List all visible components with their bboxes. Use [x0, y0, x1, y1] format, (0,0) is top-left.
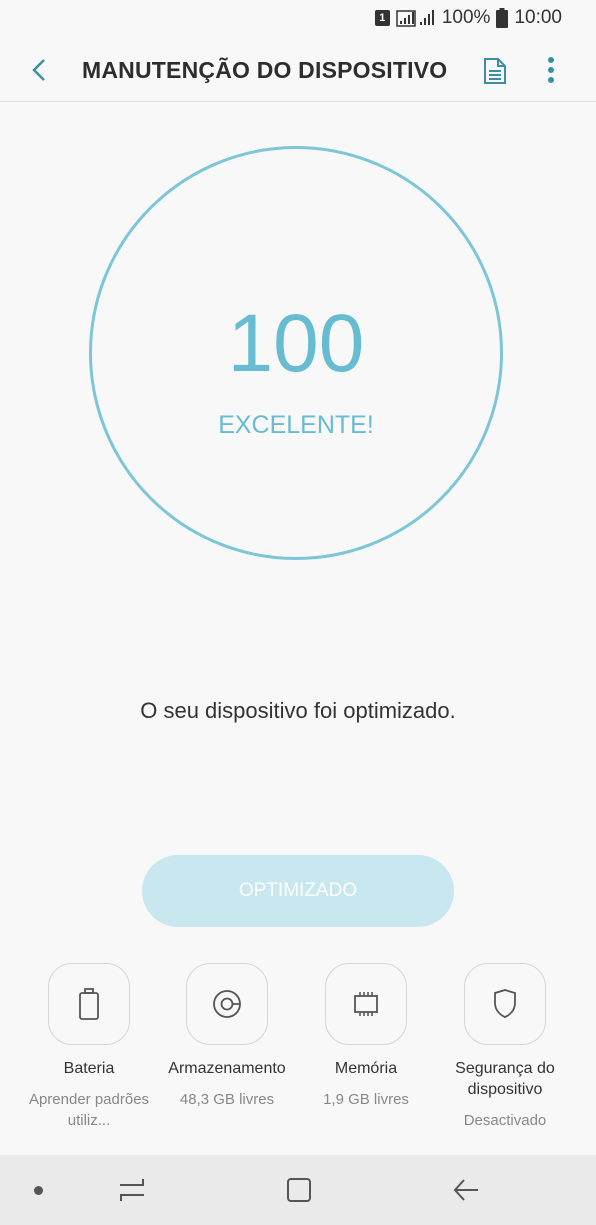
more-vert-icon [548, 57, 554, 83]
back-button[interactable] [24, 54, 56, 86]
status-bar: 1 100% 10:00 [0, 0, 596, 36]
feature-storage[interactable]: Armazenamento 48,3 GB livres [157, 963, 297, 1110]
feature-label: Memória [334, 1060, 398, 1077]
home-button[interactable] [284, 1175, 314, 1205]
feature-memory[interactable]: Memória 1,9 GB livres [296, 963, 436, 1110]
feature-subtext: Desactivado [463, 1112, 547, 1129]
recent-apps-icon [120, 1179, 144, 1201]
home-icon [287, 1178, 311, 1202]
app-bar: MANUTENÇÃO DO DISPOSITIVO [0, 36, 596, 102]
chevron-left-icon [32, 59, 45, 81]
battery-icon [79, 988, 99, 1020]
feature-label: Bateria [63, 1060, 115, 1077]
navigation-bar [0, 1155, 596, 1225]
feature-security[interactable]: Segurança do dispositivo Desactivado [435, 963, 575, 1131]
feature-battery[interactable]: Bateria Aprender padrões utiliz... [19, 963, 159, 1131]
clock: 10:00 [514, 7, 562, 28]
status-message: O seu dispositivo foi optimizado. [140, 698, 456, 723]
document-icon [484, 58, 506, 84]
feature-memory-button[interactable] [325, 963, 407, 1045]
feature-label: Segurança do dispositivo [455, 1060, 555, 1098]
shield-icon [494, 989, 516, 1018]
memory-chip-icon [354, 992, 378, 1016]
more-options-button[interactable] [538, 54, 564, 86]
sim-indicator: 1 [374, 10, 390, 26]
optimize-button[interactable]: OPTIMIZADO [142, 855, 454, 927]
feature-security-button[interactable] [464, 963, 546, 1045]
feature-battery-button[interactable] [48, 963, 130, 1045]
feature-label: Armazenamento [168, 1060, 286, 1077]
back-arrow-icon [453, 1179, 478, 1201]
feature-subtext: Aprender padrões utiliz... [28, 1091, 150, 1129]
feature-storage-button[interactable] [186, 963, 268, 1045]
score-label: EXCELENTE! [218, 411, 374, 439]
battery-status-icon [496, 8, 509, 28]
page-title: MANUTENÇÃO DO DISPOSITIVO [82, 57, 448, 83]
nav-dot-icon[interactable] [34, 1186, 43, 1195]
score-circle: 100 EXCELENTE! [89, 146, 503, 560]
score-value: 100 [227, 298, 365, 389]
nav-back-button[interactable] [450, 1175, 482, 1205]
signal-icon [396, 8, 436, 28]
storage-icon [213, 990, 241, 1018]
feature-subtext: 48,3 GB livres [179, 1091, 275, 1108]
battery-level: 100% [441, 7, 491, 28]
report-button[interactable] [480, 56, 510, 86]
recent-apps-button[interactable] [116, 1175, 148, 1205]
feature-subtext: 1,9 GB livres [323, 1091, 409, 1108]
